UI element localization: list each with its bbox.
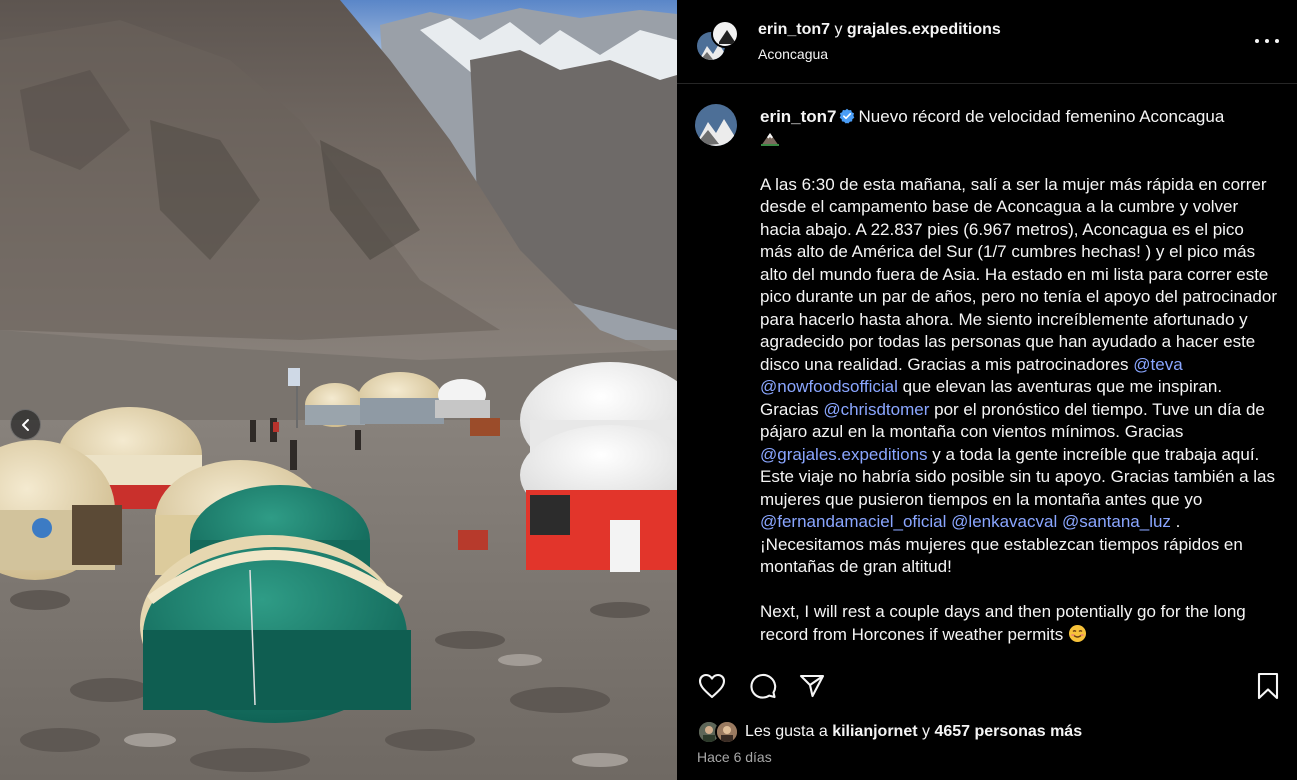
verified-badge-icon: [839, 108, 854, 124]
save-button[interactable]: [1252, 670, 1284, 702]
post-timestamp[interactable]: Hace 6 días: [697, 749, 772, 765]
mention-nowfoodsofficial[interactable]: @nowfoodsofficial: [760, 377, 898, 396]
author-username-2[interactable]: grajales.expeditions: [847, 21, 1001, 38]
mention-lenkavacval[interactable]: @lenkavacval: [951, 512, 1057, 531]
comment-button[interactable]: [747, 670, 779, 702]
mention-chrisdtomer[interactable]: @chrisdtomer: [823, 400, 929, 419]
mountain-camp-photo: [0, 0, 677, 780]
liker-username[interactable]: kilianjornet: [832, 723, 917, 740]
likes-text: Les gusta a kilianjornet y 4657 personas…: [745, 723, 1082, 741]
avatar[interactable]: [711, 20, 739, 48]
caption-title: Nuevo récord de velocidad femenino Aconc…: [858, 107, 1225, 126]
avatar-logo-icon: [713, 22, 737, 46]
caption-username[interactable]: erin_ton7: [760, 107, 837, 126]
heart-icon: [698, 673, 726, 699]
post-caption: erin_ton7 Nuevo récord de velocidad femen…: [760, 106, 1280, 646]
post-authors: erin_ton7 y grajales.expeditions: [758, 21, 1001, 39]
likes-prefix: Les gusta a: [745, 723, 828, 740]
mention-teva[interactable]: @teva: [1133, 355, 1182, 374]
mention-fernandamaciel-oficial[interactable]: @fernandamaciel_oficial: [760, 512, 946, 531]
caption-body-2: Next, I will rest a couple days and then…: [760, 601, 1280, 646]
avatar-person-icon: [717, 722, 737, 742]
carousel-previous-button[interactable]: [10, 409, 41, 440]
mention-grajales-expeditions[interactable]: @grajales.expeditions: [760, 445, 928, 464]
post-actions: [677, 664, 1297, 708]
mountain-emoji: [761, 132, 779, 146]
collab-avatars[interactable]: [695, 20, 739, 64]
share-icon: [799, 674, 825, 698]
comment-icon: [750, 673, 777, 699]
share-button[interactable]: [796, 670, 828, 702]
smiling-face-emoji: [1069, 624, 1087, 642]
post-media[interactable]: [0, 0, 677, 780]
caption-avatar[interactable]: [695, 104, 737, 146]
more-horizontal-icon: [1255, 39, 1259, 43]
likes-count[interactable]: 4657 personas más: [934, 723, 1082, 740]
caption-text: A las 6:30 de esta mañana, salí a ser la…: [760, 174, 1277, 374]
likes-summary: Les gusta a kilianjornet y 4657 personas…: [697, 718, 1082, 746]
post-header: erin_ton7 y grajales.expeditions Aconcag…: [677, 0, 1297, 84]
chevron-left-icon: [21, 418, 29, 431]
caption-text: Next, I will rest a couple days and then…: [760, 602, 1246, 644]
likes-connector: y: [922, 723, 930, 740]
caption-body: A las 6:30 de esta mañana, salí a ser la…: [760, 174, 1280, 579]
author-username-1[interactable]: erin_ton7: [758, 21, 830, 38]
like-button[interactable]: [696, 670, 728, 702]
mention-santana-luz[interactable]: @santana_luz: [1062, 512, 1171, 531]
more-options-button[interactable]: [1255, 31, 1279, 51]
post-side-panel: erin_ton7 y grajales.expeditions Aconcag…: [677, 0, 1297, 780]
bookmark-icon: [1257, 672, 1279, 700]
avatar: [715, 720, 739, 744]
liker-avatars[interactable]: [697, 719, 743, 745]
avatar-mountain-icon: [695, 104, 737, 146]
authors-separator: y: [834, 21, 843, 38]
post-location[interactable]: Aconcagua: [758, 46, 828, 62]
